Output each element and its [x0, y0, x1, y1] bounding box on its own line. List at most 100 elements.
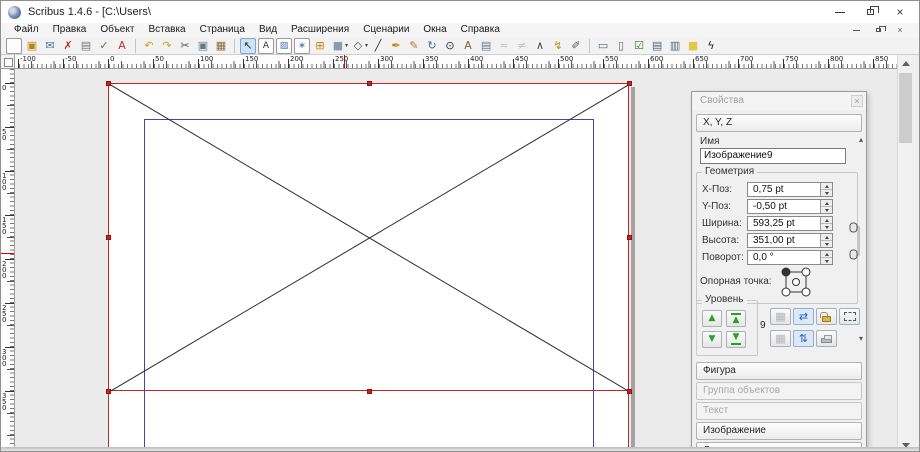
link-width-height-icon[interactable] [849, 222, 861, 260]
insert-image-frame-icon[interactable]: ▨ [276, 38, 292, 54]
zoom-icon[interactable]: ⊙ [442, 38, 458, 54]
print-object-button[interactable] [816, 330, 837, 347]
menu-item-8[interactable]: Окна [416, 23, 453, 37]
close-document-icon[interactable]: ✗ [60, 38, 76, 54]
insert-polygon-icon[interactable]: ◇ [350, 38, 366, 54]
vertical-scrollbar[interactable] [897, 55, 913, 452]
spin-down-button[interactable] [821, 257, 832, 264]
selection-handle[interactable] [106, 81, 111, 86]
new-document-icon[interactable] [6, 38, 22, 54]
mdi-minimize-button[interactable] [849, 25, 863, 36]
rotate-item-icon[interactable]: ↻ [424, 38, 440, 54]
save-document-icon[interactable]: ✉ [42, 38, 58, 54]
object-name-input[interactable]: Изображение9 [700, 148, 846, 164]
spin-down-button[interactable] [821, 223, 832, 230]
scroll-up-button[interactable] [898, 55, 914, 71]
insert-shape-icon[interactable]: ■ [330, 38, 346, 54]
insert-text-frame-icon[interactable]: A [258, 38, 274, 54]
flip-horizontal-button[interactable]: ⇄ [793, 308, 814, 325]
menu-item-4[interactable]: Страница [193, 23, 252, 37]
menu-item-0[interactable]: Файл [7, 23, 46, 37]
menu-item-1[interactable]: Правка [46, 23, 94, 37]
panel-scroll-down-icon[interactable]: ▾ [859, 335, 863, 343]
menu-item-5[interactable]: Вид [252, 23, 284, 37]
mdi-restore-button[interactable] [871, 25, 885, 36]
geometry-spinbox-4[interactable]: 0,0 ° [747, 250, 833, 265]
image-frame[interactable] [108, 83, 629, 391]
section-header-фигура[interactable]: Фигура [696, 362, 862, 380]
spin-down-button[interactable] [821, 206, 832, 213]
open-document-icon[interactable]: ▣ [24, 38, 40, 54]
insert-line-icon[interactable]: ╱ [370, 38, 386, 54]
mdi-close-button[interactable]: × [893, 25, 907, 36]
selection-handle[interactable] [627, 235, 632, 240]
lock-object-button[interactable]: ▦ [770, 308, 791, 325]
preflight-verifier-icon[interactable]: ✓ [96, 38, 112, 54]
basepoint-selector[interactable] [778, 264, 814, 300]
section-header-группа-объектов[interactable]: Группа объектов [696, 382, 862, 400]
pdf-text-field-icon[interactable]: ▯ [613, 38, 629, 54]
measurements-icon[interactable]: ∧ [532, 38, 548, 54]
link-text-frames-icon[interactable]: ≈ [496, 38, 512, 54]
selection-handle[interactable] [627, 81, 632, 86]
export-pdf-icon[interactable]: A [114, 38, 130, 54]
pdf-checkbox-icon[interactable]: ☑ [631, 38, 647, 54]
lock-button[interactable] [816, 308, 837, 325]
tab-xyz[interactable]: X, Y, Z [696, 114, 862, 132]
restore-button[interactable] [855, 1, 885, 23]
menu-item-2[interactable]: Объект [93, 23, 141, 37]
insert-freehand-icon[interactable]: ✎ [406, 38, 422, 54]
insert-render-frame-icon[interactable]: ∗ [294, 38, 310, 54]
pdf-push-button-icon[interactable]: ▭ [595, 38, 611, 54]
menu-item-6[interactable]: Расширения [284, 23, 356, 37]
selection-handle[interactable] [106, 389, 111, 394]
lock-size-button[interactable] [839, 308, 860, 325]
selection-handle[interactable] [106, 235, 111, 240]
menu-item-3[interactable]: Вставка [141, 23, 192, 37]
redo-icon[interactable]: ↷ [159, 38, 175, 54]
panel-title-bar[interactable]: Свойства × [692, 92, 866, 110]
vertical-ruler[interactable]: 05 01 0 01 5 02 0 02 5 03 0 03 5 0 [1, 69, 15, 452]
paste-icon[interactable]: ▦ [213, 38, 229, 54]
select-item-icon[interactable]: ↖ [240, 38, 256, 54]
selection-handle[interactable] [627, 389, 632, 394]
section-header-изображение[interactable]: Изображение [696, 422, 862, 440]
unlink-text-frames-icon[interactable]: ≠ [514, 38, 530, 54]
pdf-list-box-icon[interactable]: ▥ [667, 38, 683, 54]
geometry-spinbox-1[interactable]: -0,50 pt [747, 199, 833, 214]
undo-icon[interactable]: ↶ [141, 38, 157, 54]
minimize-button[interactable] [825, 1, 855, 23]
insert-bezier-icon[interactable]: ✒ [388, 38, 404, 54]
eye-dropper-icon[interactable]: ✐ [568, 38, 584, 54]
edit-contents-icon[interactable]: A [460, 38, 476, 54]
geometry-spinbox-0[interactable]: 0,75 pt [747, 182, 833, 197]
raise-to-top-button[interactable]: ▲ [726, 310, 746, 327]
insert-table-icon[interactable]: ⊞ [312, 38, 328, 54]
cut-icon[interactable]: ✂ [177, 38, 193, 54]
copy-icon[interactable]: ▣ [195, 38, 211, 54]
print-document-icon[interactable]: ▤ [78, 38, 94, 54]
flip-vertical-button[interactable]: ⇅ [793, 330, 814, 347]
selection-handle[interactable] [367, 81, 372, 86]
insert-shape-icon-dropdown[interactable]: ▾ [345, 42, 348, 49]
ruler-origin-box[interactable] [1, 55, 15, 69]
lower-to-bottom-button[interactable]: ▼ [726, 331, 746, 348]
panel-scroll-up-icon[interactable]: ▴ [859, 136, 863, 144]
raise-button[interactable]: ▲ [702, 310, 722, 327]
group-button[interactable]: ▦ [770, 330, 791, 347]
panel-close-icon[interactable]: × [851, 95, 863, 107]
menu-item-9[interactable]: Справка [454, 23, 507, 37]
pdf-link-icon[interactable]: ϟ [703, 38, 719, 54]
section-header-текст[interactable]: Текст [696, 402, 862, 420]
geometry-spinbox-3[interactable]: 351,00 pt [747, 233, 833, 248]
menu-item-7[interactable]: Сценарии [356, 23, 416, 37]
pdf-annotation-icon[interactable]: ■ [685, 38, 701, 54]
selection-handle[interactable] [367, 389, 372, 394]
lower-button[interactable]: ▼ [702, 331, 722, 348]
close-button[interactable]: × [885, 1, 915, 23]
geometry-spinbox-2[interactable]: 593,25 pt [747, 216, 833, 231]
scrollbar-thumb[interactable] [899, 73, 912, 143]
horizontal-ruler[interactable]: -100-50050100150200250300350400450500550… [15, 55, 899, 69]
copy-properties-icon[interactable]: ↯ [550, 38, 566, 54]
spin-down-button[interactable] [821, 240, 832, 247]
